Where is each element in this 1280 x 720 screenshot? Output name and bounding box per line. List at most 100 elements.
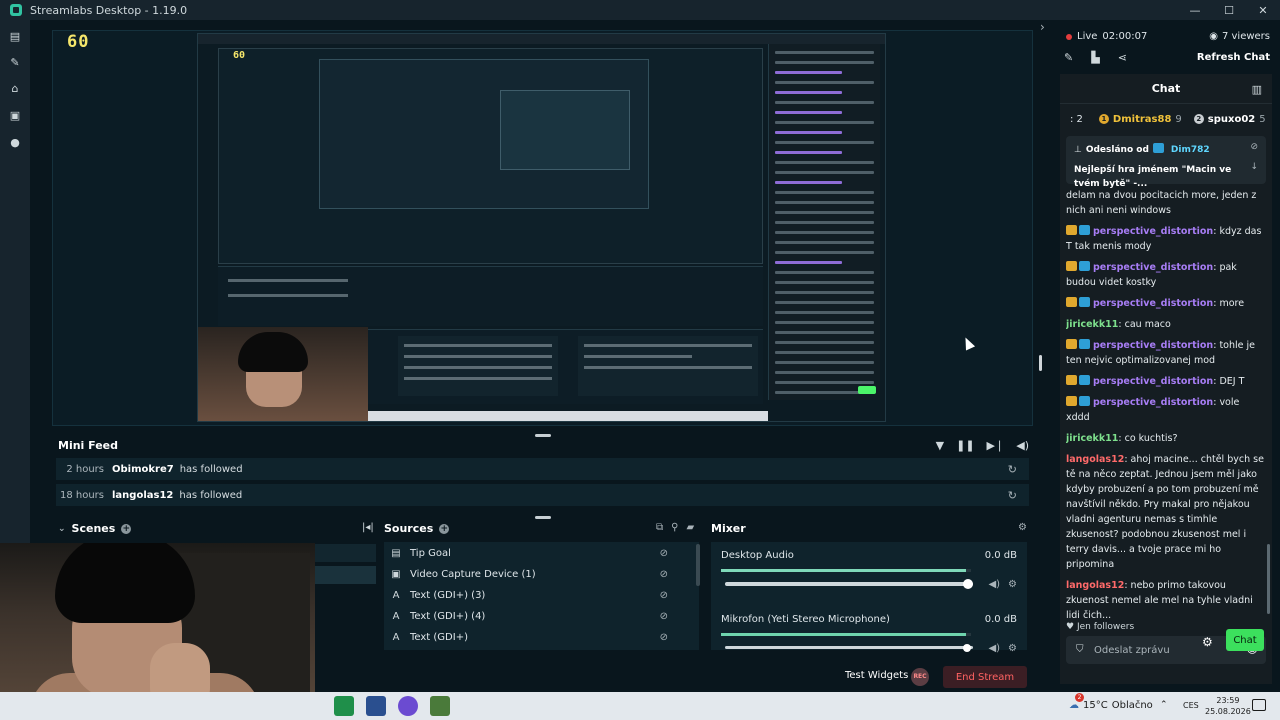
filter-icon[interactable]: ▼ (936, 439, 944, 452)
visibility-icon[interactable]: ⊘ (660, 548, 668, 559)
speaker-icon[interactable]: ◀) (988, 579, 1000, 590)
text-icon: A (392, 610, 400, 622)
visibility-icon[interactable]: ⊘ (660, 590, 668, 601)
sources-scrollbar[interactable] (696, 544, 700, 586)
source-item[interactable]: A Text (GDI+) ⊘ (390, 628, 690, 646)
source-item[interactable]: A Text (GDI+) (4) ⊘ (390, 607, 690, 625)
visibility-icon[interactable]: ⊘ (660, 632, 668, 643)
replay-icon[interactable]: ↻ (1008, 463, 1017, 476)
cloud-icon[interactable]: ▙ (1091, 51, 1099, 64)
source-label: Text (GDI+) (4) (410, 610, 486, 622)
refresh-chat-button[interactable]: Refresh Chat (1197, 52, 1270, 63)
scene-item-selected[interactable] (314, 566, 376, 584)
source-item[interactable]: ▣ Video Capture Device (1) ⊘ (390, 565, 690, 583)
scene-item[interactable] (314, 544, 376, 562)
tray-caret-icon[interactable]: ⌃ (1160, 700, 1168, 710)
eye-icon: ◉ (1209, 31, 1218, 42)
shield-icon[interactable]: ⛉ (1076, 644, 1084, 655)
add-scene-icon[interactable]: + (121, 523, 132, 534)
chat-username[interactable]: perspective_distortion (1093, 226, 1213, 237)
monitor-taskbar-icon[interactable] (366, 696, 386, 716)
leaderboard-count: 9 (1175, 113, 1182, 125)
source-item[interactable]: ▤ Tip Goal ⊘ (390, 544, 690, 562)
mixer-title: Mixer (711, 522, 746, 535)
weather-widget[interactable]: ☁ 15°C Oblačno (1069, 700, 1153, 711)
themes-icon[interactable]: ✎ (9, 57, 21, 69)
chat-scrollbar[interactable] (1267, 544, 1270, 614)
source-group-icon[interactable]: ⧉ (656, 522, 663, 533)
minimize-button[interactable]: — (1178, 0, 1212, 20)
mixer-settings-icon[interactable]: ⚙ (1018, 522, 1027, 533)
source-filter-icon[interactable]: ⚲ (671, 522, 678, 533)
visibility-icon[interactable]: ⊘ (660, 569, 668, 580)
mixer-channel-name: Desktop Audio (721, 550, 794, 561)
chat-message: perspective_distortion: more (1066, 296, 1266, 311)
editor-icon[interactable]: ▤ (9, 31, 21, 43)
sources-title: Sources (384, 522, 434, 535)
chat-username[interactable]: perspective_distortion (1093, 376, 1213, 387)
chat-send-button[interactable]: Chat (1226, 629, 1264, 651)
end-stream-button[interactable]: End Stream (943, 666, 1027, 688)
source-item[interactable]: A Text (GDI+) (3) ⊘ (390, 586, 690, 604)
studio-mode-icon[interactable]: ▣ (9, 110, 21, 122)
chevron-down-icon[interactable]: ⌄ (58, 524, 66, 534)
streamlabs-taskbar-icon[interactable] (334, 696, 354, 716)
prime-badge-icon (1152, 143, 1164, 153)
share-icon[interactable]: ⋖ (1118, 51, 1127, 64)
add-source-icon[interactable]: + (439, 523, 450, 534)
discord-taskbar-icon[interactable] (398, 696, 418, 716)
maximize-button[interactable]: ☐ (1212, 0, 1246, 20)
chat-username[interactable]: langolas12 (1066, 454, 1124, 465)
volume-slider[interactable] (725, 579, 974, 589)
notification-icon[interactable] (1252, 699, 1266, 711)
pause-icon[interactable]: ❚❚ (956, 439, 974, 452)
source-label: Text (GDI+) (410, 631, 468, 643)
chat-username[interactable]: perspective_distortion (1093, 298, 1213, 309)
scenes-title: Scenes (71, 522, 116, 535)
store-icon[interactable]: ⌂ (9, 83, 21, 95)
stats-icon[interactable]: ▥ (1252, 83, 1262, 96)
chat-username[interactable]: perspective_distortion (1093, 397, 1213, 408)
gear-icon[interactable]: ⚙ (1008, 579, 1017, 590)
play-icon[interactable]: ● (9, 137, 21, 149)
video-capture-icon: ▣ (391, 568, 401, 580)
feed-time: 18 hours (59, 489, 104, 501)
crown-badge-icon (1066, 339, 1077, 349)
nested-preview-deeper (500, 90, 630, 170)
chat-settings-icon[interactable]: ⚙ (1202, 635, 1213, 649)
nested-preview-capture (197, 33, 886, 422)
chat-username[interactable]: perspective_distortion (1093, 340, 1213, 351)
preview-resize-handle[interactable] (1039, 355, 1042, 371)
clock[interactable]: 23:59 25.08.2026 (1205, 695, 1251, 717)
heart-icon: ♥ (1066, 622, 1075, 632)
chevron-right-icon[interactable]: › (1040, 20, 1045, 34)
edit-icon[interactable]: ✎ (1064, 51, 1073, 64)
collapse-scenes-icon[interactable]: |◂| (362, 522, 374, 533)
unpin-icon[interactable]: ⊘ (1250, 142, 1258, 152)
editor-footer: Test Widgets REC End Stream (315, 664, 1033, 692)
chat-username[interactable]: jiricekk11 (1066, 319, 1118, 330)
volume-slider[interactable] (725, 644, 973, 652)
pinned-text: Nejlepší hra jménem "Macin ve tvém bytě"… (1074, 165, 1232, 189)
gear-icon[interactable]: ⚙ (1008, 643, 1017, 654)
record-button[interactable]: REC (911, 668, 929, 686)
test-widgets-button[interactable]: Test Widgets (845, 670, 908, 681)
volume-icon[interactable]: ◀) (1016, 439, 1029, 452)
visibility-icon[interactable]: ⊘ (660, 611, 668, 622)
chat-username[interactable]: perspective_distortion (1093, 262, 1213, 273)
feed-user: Obimokre7 (112, 463, 174, 475)
sources-header: Sources + (384, 522, 450, 535)
skip-icon[interactable]: ▶❘ (987, 439, 1005, 452)
chat-username[interactable]: langolas12 (1066, 580, 1124, 591)
chat-message: delam na dvou pocitacich more, jeden z n… (1066, 188, 1266, 218)
speaker-icon[interactable]: ◀) (988, 643, 1000, 654)
folder-icon[interactable]: ▰ (686, 522, 694, 533)
minecraft-taskbar-icon[interactable] (430, 696, 450, 716)
arrow-down-icon[interactable]: ↓ (1250, 162, 1258, 172)
close-button[interactable]: ✕ (1246, 0, 1280, 20)
rank-badge: 2 (1193, 114, 1204, 124)
language-indicator[interactable]: CES (1183, 701, 1199, 710)
mixer-panel: Desktop Audio 0.0 dB ◀) ⚙ Mikrofon (Yeti… (711, 542, 1027, 654)
chat-username[interactable]: jiricekk11 (1066, 433, 1118, 444)
replay-icon[interactable]: ↻ (1008, 489, 1017, 502)
